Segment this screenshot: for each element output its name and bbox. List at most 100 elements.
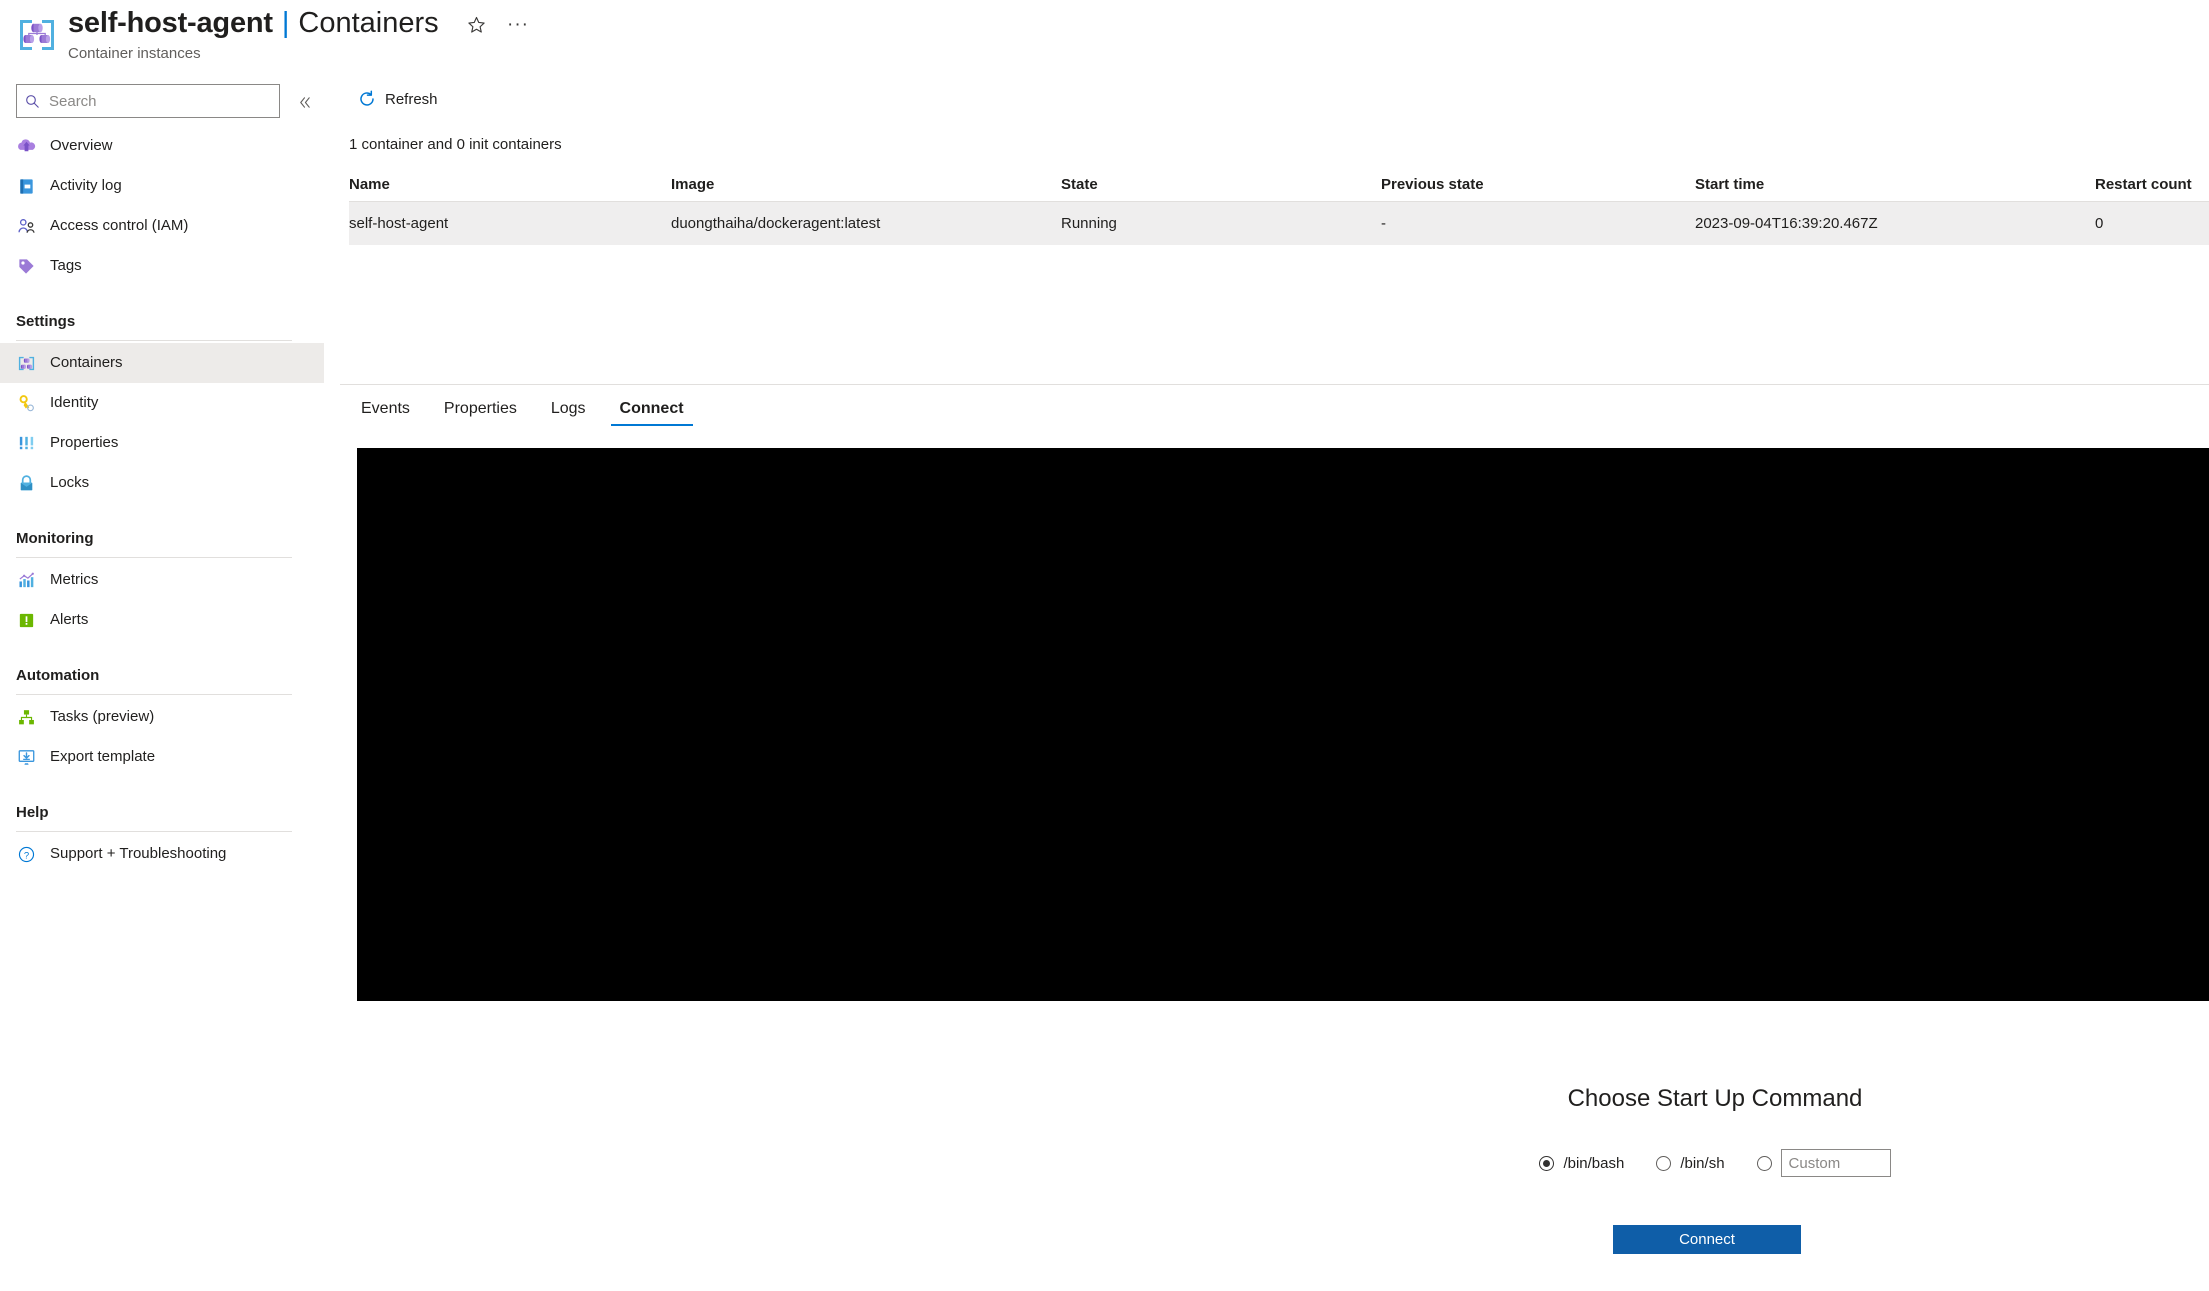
sidebar-item-label: Tasks (preview) [50, 708, 155, 725]
sidebar-item-label: Properties [50, 434, 119, 451]
tasks-icon [16, 707, 36, 727]
tab-label: Connect [619, 400, 684, 417]
export-template-icon [16, 747, 36, 767]
sidebar-item-label: Identity [50, 394, 99, 411]
search-input[interactable] [47, 86, 262, 116]
divider [16, 340, 292, 341]
sidebar-item-label: Activity log [50, 177, 122, 194]
sidebar-group-automation: Automation [16, 667, 100, 684]
question-circle-icon: ? [16, 844, 36, 864]
column-header-restart-count[interactable]: Restart count [2095, 176, 2205, 193]
sidebar-item-overview[interactable]: Overview [0, 126, 324, 166]
container-count-text: 1 container and 0 init containers [349, 136, 562, 153]
table-header-row: Name Image State Previous state Start ti… [349, 168, 2209, 202]
table-row[interactable]: self-host-agent duongthaiha/dockeragent:… [349, 202, 2209, 245]
custom-command-input[interactable] [1780, 1149, 1891, 1177]
metrics-chart-icon [16, 570, 36, 590]
tab-list: Events Properties Logs Connect [340, 385, 2209, 433]
overview-icon [16, 136, 36, 156]
column-header-start-time[interactable]: Start time [1695, 176, 2095, 193]
column-header-name[interactable]: Name [349, 176, 671, 193]
column-header-state[interactable]: State [1061, 176, 1381, 193]
containers-table: Name Image State Previous state Start ti… [349, 168, 2209, 245]
sidebar-item-label: Metrics [50, 571, 99, 588]
column-header-previous-state[interactable]: Previous state [1381, 176, 1695, 193]
cell-state: Running [1061, 215, 1117, 232]
radio-indicator[interactable] [1656, 1155, 1672, 1171]
star-icon[interactable] [462, 11, 490, 39]
double-chevron-left-icon[interactable] [291, 89, 317, 115]
sidebar-item-support-troubleshooting[interactable]: ? Support + Troubleshooting [0, 834, 324, 874]
command-bar: Refresh [340, 78, 2209, 120]
refresh-button[interactable]: Refresh [348, 83, 448, 115]
sidebar-item-locks[interactable]: Locks [0, 463, 324, 503]
sidebar-item-properties[interactable]: Properties [0, 423, 324, 463]
tab-label: Properties [443, 400, 517, 417]
sidebar-item-label: Tags [50, 257, 82, 274]
radio-indicator[interactable] [1539, 1155, 1555, 1171]
divider [16, 557, 292, 558]
page-title: self-host-agent | Containers [68, 4, 439, 42]
sidebar-item-label: Locks [50, 474, 90, 491]
container-instances-icon [16, 14, 58, 56]
tab-label: Events [361, 400, 410, 417]
sidebar-group-settings: Settings [16, 313, 76, 330]
page-title-separator: | [281, 7, 290, 39]
radio-label: /bin/sh [1680, 1154, 1725, 1172]
identity-key-icon [16, 393, 36, 413]
sidebar-item-alerts[interactable]: Alerts [0, 600, 324, 640]
radio-option-custom[interactable] [1756, 1149, 1891, 1177]
access-control-icon [16, 216, 36, 236]
sidebar-group-monitoring: Monitoring [16, 530, 94, 547]
sidebar-item-label: Overview [50, 137, 113, 154]
tab-connect[interactable]: Connect [608, 386, 696, 432]
sidebar-item-label: Access control (IAM) [50, 217, 189, 234]
tab-properties[interactable]: Properties [432, 386, 529, 432]
radio-indicator[interactable] [1756, 1155, 1772, 1171]
activity-log-icon [16, 176, 36, 196]
sidebar-item-identity[interactable]: Identity [0, 383, 324, 423]
properties-icon [16, 433, 36, 453]
cell-previous-state: - [1381, 215, 1386, 232]
radio-option-bin-sh[interactable]: /bin/sh [1656, 1154, 1725, 1172]
dialog-title: Choose Start Up Command [1567, 1085, 1863, 1112]
refresh-icon [358, 90, 376, 108]
startup-command-radio-group: /bin/bash /bin/sh [1340, 1149, 2090, 1177]
cell-name: self-host-agent [349, 215, 449, 232]
sidebar-item-activity-log[interactable]: Activity log [0, 166, 324, 206]
page-title-section: Containers [298, 7, 439, 39]
ellipsis-icon[interactable]: ··· [504, 11, 532, 39]
cell-image: duongthaiha/dockeragent:latest [671, 215, 881, 232]
tab-events[interactable]: Events [349, 386, 422, 432]
page-title-resource: self-host-agent [68, 7, 273, 39]
search-icon [17, 94, 47, 109]
resource-type-label: Container instances [68, 45, 201, 62]
sidebar-nav-list: Overview Activity log Access control (IA… [0, 126, 324, 874]
cell-restart-count: 0 [2095, 215, 2104, 232]
sidebar-group-help: Help [16, 804, 49, 821]
sidebar-item-access-control[interactable]: Access control (IAM) [0, 206, 324, 246]
page-header: self-host-agent | Containers ··· Contain… [0, 0, 2209, 78]
lock-icon [16, 473, 36, 493]
tab-logs[interactable]: Logs [539, 386, 598, 432]
sidebar-item-export-template[interactable]: Export template [0, 737, 324, 777]
tags-icon [16, 256, 36, 276]
sidebar-item-metrics[interactable]: Metrics [0, 560, 324, 600]
detail-tabbar: Events Properties Logs Connect [340, 384, 2209, 433]
radio-option-bin-bash[interactable]: /bin/bash [1539, 1155, 1624, 1172]
sidebar-item-label: Support + Troubleshooting [50, 845, 227, 862]
divider [16, 831, 292, 832]
containers-icon [16, 353, 36, 373]
startup-command-dialog: Choose Start Up Command /bin/bash /bin/s… [1340, 1041, 2090, 1291]
sidebar-item-tags[interactable]: Tags [0, 246, 324, 286]
sidebar-item-tasks[interactable]: Tasks (preview) [0, 697, 324, 737]
cell-start-time: 2023-09-04T16:39:20.467Z [1695, 215, 1878, 232]
sidebar-item-containers[interactable]: Containers [0, 343, 324, 383]
connect-button[interactable]: Connect [1613, 1225, 1801, 1254]
column-header-image[interactable]: Image [671, 176, 1061, 193]
radio-label: /bin/bash [1563, 1154, 1625, 1172]
terminal-console[interactable]: Choose Start Up Command /bin/bash /bin/s… [357, 448, 2209, 1291]
sidebar-item-label: Alerts [50, 611, 89, 628]
search-box[interactable] [16, 84, 280, 118]
divider [16, 694, 292, 695]
